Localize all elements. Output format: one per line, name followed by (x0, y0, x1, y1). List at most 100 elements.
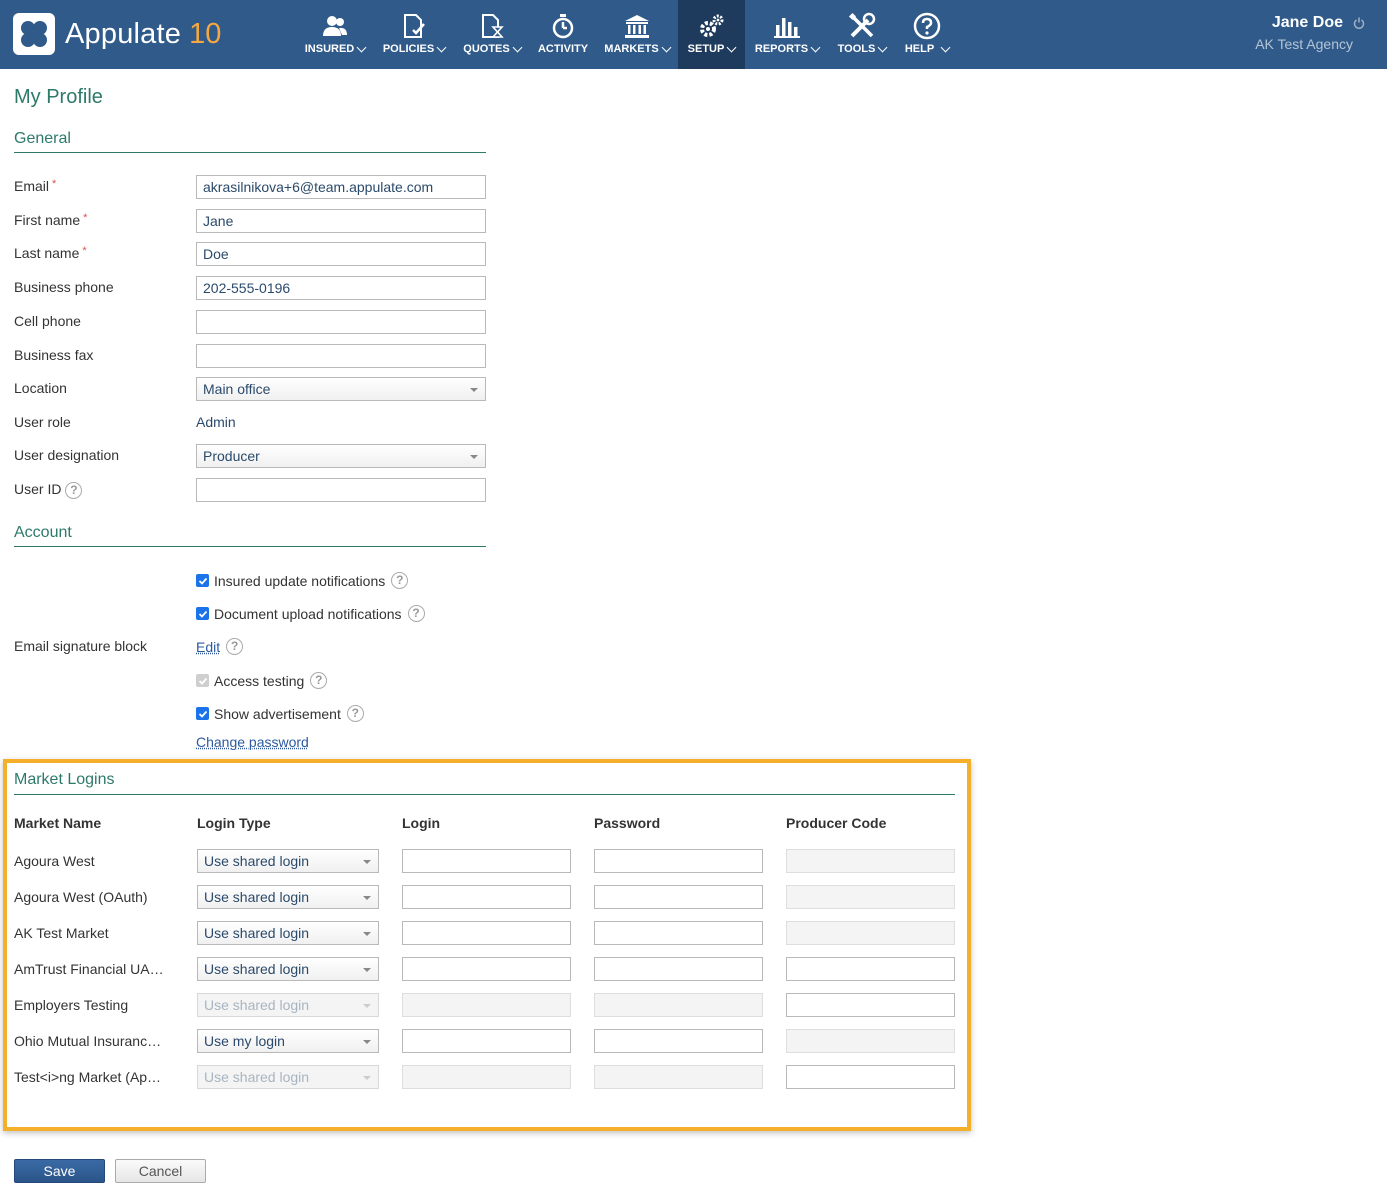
brand-name: Appulate (65, 17, 182, 50)
market-name: Agoura West (OAuth) (14, 889, 148, 905)
help-icon[interactable]: ? (407, 605, 425, 622)
checkbox-checked-icon[interactable] (196, 607, 209, 620)
login-type-value: Use shared login (204, 961, 310, 977)
password-input[interactable] (594, 957, 763, 981)
help-icon[interactable]: ? (65, 481, 83, 499)
first-name-field[interactable] (196, 209, 486, 233)
login-input (402, 993, 571, 1017)
market-name: Agoura West (14, 853, 95, 869)
last-name-label: Last name * (14, 245, 87, 261)
user-designation-select[interactable]: Producer (196, 444, 486, 468)
login-type-value: Use shared login (204, 997, 310, 1013)
dropdown-arrow-icon (363, 860, 371, 864)
help-icon[interactable]: ? (310, 672, 328, 689)
login-input[interactable] (402, 849, 571, 873)
producer-code-input (786, 921, 955, 945)
password-input[interactable] (594, 1029, 763, 1053)
business-phone-field[interactable] (196, 276, 486, 300)
help-icon[interactable]: ? (391, 572, 409, 589)
user-role-value: Admin (196, 414, 236, 430)
user-designation-label: User designation (14, 447, 120, 463)
nav-markets[interactable]: MARKETS (596, 0, 678, 69)
login-type-select[interactable]: Use shared login (197, 885, 379, 909)
chevron-down-icon (512, 42, 523, 52)
checkbox-checked-icon[interactable] (196, 574, 209, 587)
chevron-down-icon (940, 42, 951, 52)
page-title: My Profile (14, 86, 103, 108)
user-name: Jane Doe (1271, 14, 1343, 31)
login-type-select[interactable]: Use shared login (197, 921, 379, 945)
nav-policies[interactable]: POLICIES (374, 0, 454, 69)
show-advertisement-label: Show advertisement (214, 705, 341, 722)
login-type-value: Use shared login (204, 925, 310, 941)
login-input (402, 1065, 571, 1089)
producer-code-input[interactable] (786, 957, 955, 981)
chevron-down-icon (356, 42, 367, 52)
column-login-type: Login Type (197, 815, 271, 831)
login-type-value: Use shared login (204, 1069, 310, 1085)
location-label: Location (14, 380, 67, 396)
last-name-field[interactable] (196, 242, 486, 266)
nav-reports[interactable]: REPORTS (745, 0, 829, 69)
producer-code-input[interactable] (786, 1065, 955, 1089)
nav-setup[interactable]: SETUP (678, 0, 745, 69)
general-section-heading: General (14, 130, 486, 153)
nav-activity[interactable]: ACTIVITY (530, 0, 596, 69)
producer-code-input (786, 1029, 955, 1053)
login-type-select[interactable]: Use shared login (197, 849, 379, 873)
producer-code-input (786, 849, 955, 873)
required-asterisk: * (52, 178, 57, 190)
cancel-button[interactable]: Cancel (115, 1159, 206, 1183)
nav-policies-label: POLICIES (382, 43, 435, 55)
required-asterisk: * (82, 245, 87, 257)
cell-phone-field[interactable] (196, 310, 486, 334)
user-role-label: User role (14, 414, 71, 430)
login-type-select[interactable]: Use shared login (197, 957, 379, 981)
location-select[interactable]: Main office (196, 377, 486, 401)
login-type-select: Use shared login (197, 993, 379, 1017)
show-advertisement[interactable]: Show advertisement ? (196, 705, 364, 722)
save-button[interactable]: Save (14, 1159, 105, 1183)
chevron-down-icon (661, 42, 672, 52)
login-input[interactable] (402, 921, 571, 945)
login-input[interactable] (402, 957, 571, 981)
checkbox-checked-icon[interactable] (196, 707, 209, 720)
document-upload-notifications[interactable]: Document upload notifications ? (196, 605, 425, 622)
stopwatch-icon (547, 11, 579, 41)
login-type-select[interactable]: Use my login (197, 1029, 379, 1053)
help-icon[interactable]: ? (226, 638, 244, 655)
login-type-value: Use shared login (204, 853, 310, 869)
dropdown-arrow-icon (363, 1076, 371, 1080)
app-logo[interactable]: Appulate 10 (13, 13, 221, 55)
nav-quotes[interactable]: QUOTES (454, 0, 530, 69)
user-id-field[interactable] (196, 478, 486, 502)
login-type-value: Use shared login (204, 889, 310, 905)
nav-insured[interactable]: INSURED (296, 0, 374, 69)
user-menu[interactable]: Jane Doe AK Test Agency (1255, 14, 1365, 52)
dropdown-arrow-icon (363, 1040, 371, 1044)
password-input[interactable] (594, 885, 763, 909)
required-asterisk: * (83, 212, 88, 224)
password-input (594, 993, 763, 1017)
dropdown-arrow-icon (363, 932, 371, 936)
dropdown-arrow-icon (363, 1004, 371, 1008)
business-fax-field[interactable] (196, 344, 486, 368)
password-input[interactable] (594, 849, 763, 873)
document-upload-label: Document upload notifications (214, 605, 402, 622)
nav-quotes-label: QUOTES (463, 43, 510, 55)
change-password-link[interactable]: Change password (196, 734, 309, 750)
nav-help-label: HELP (904, 43, 935, 55)
email-field[interactable] (196, 175, 486, 199)
producer-code-input[interactable] (786, 993, 955, 1017)
edit-signature-link[interactable]: Edit (196, 639, 220, 655)
login-input[interactable] (402, 885, 571, 909)
help-icon[interactable]: ? (346, 705, 364, 722)
insured-update-notifications[interactable]: Insured update notifications ? (196, 572, 409, 589)
login-input[interactable] (402, 1029, 571, 1053)
dropdown-arrow-icon (363, 968, 371, 972)
power-icon[interactable] (1353, 17, 1365, 29)
nav-help[interactable]: HELP (895, 0, 959, 69)
market-name: Ohio Mutual Insuranc… (14, 1033, 162, 1049)
nav-tools[interactable]: TOOLS (829, 0, 895, 69)
password-input[interactable] (594, 921, 763, 945)
